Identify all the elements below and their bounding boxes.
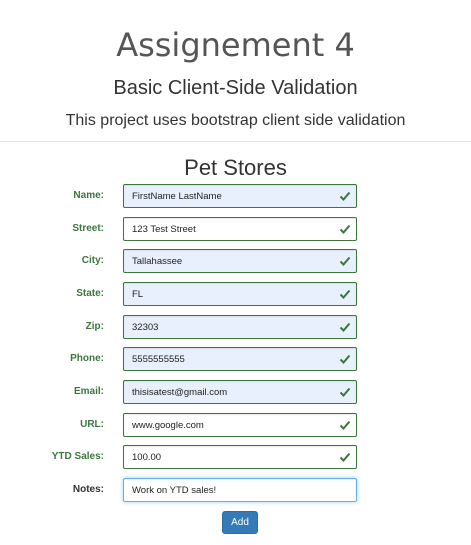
ytd-sales-label: YTD Sales: <box>51 451 104 462</box>
check-icon <box>339 452 351 462</box>
url-field[interactable] <box>123 413 357 437</box>
header-divider <box>0 141 471 142</box>
check-icon <box>339 420 351 430</box>
form-row-street: Street: <box>0 217 471 241</box>
street-field[interactable] <box>123 217 357 241</box>
form-row-ytd-sales: YTD Sales: <box>0 445 471 469</box>
name-field[interactable] <box>123 184 357 208</box>
form-row-url: URL: <box>0 413 471 437</box>
email-field[interactable] <box>123 380 357 404</box>
city-field[interactable] <box>123 249 357 273</box>
ytd-sales-field[interactable] <box>123 445 357 469</box>
check-icon <box>339 224 351 234</box>
page-title: Assignement 4 <box>116 26 355 64</box>
check-icon <box>339 387 351 397</box>
notes-field[interactable] <box>123 478 357 502</box>
add-button[interactable]: Add <box>222 511 258 534</box>
state-field[interactable] <box>123 282 357 306</box>
zip-label: Zip: <box>85 321 104 332</box>
form-row-phone: Phone: <box>0 347 471 371</box>
form-row-name: Name: <box>0 184 471 208</box>
check-icon <box>339 289 351 299</box>
check-icon <box>339 322 351 332</box>
email-label: Email: <box>73 386 104 397</box>
form-heading: Pet Stores <box>184 155 287 180</box>
check-icon <box>339 256 351 266</box>
check-icon <box>339 354 351 364</box>
form-row-city: City: <box>0 249 471 273</box>
form-row-zip: Zip: <box>0 315 471 339</box>
page-subtitle: Basic Client-Side Validation <box>113 77 358 99</box>
check-icon <box>339 191 351 201</box>
phone-label: Phone: <box>70 353 104 364</box>
street-label: Street: <box>72 223 104 234</box>
page-lead: This project uses bootstrap client side … <box>65 112 406 129</box>
state-label: State: <box>76 288 104 299</box>
zip-field[interactable] <box>123 315 357 339</box>
name-label: Name: <box>73 190 104 201</box>
phone-field[interactable] <box>123 347 357 371</box>
url-label: URL: <box>80 419 104 430</box>
form-row-notes: Notes: <box>0 478 471 502</box>
city-label: City: <box>81 255 104 266</box>
notes-label: Notes: <box>72 484 104 495</box>
form-row-state: State: <box>0 282 471 306</box>
form-row-email: Email: <box>0 380 471 404</box>
